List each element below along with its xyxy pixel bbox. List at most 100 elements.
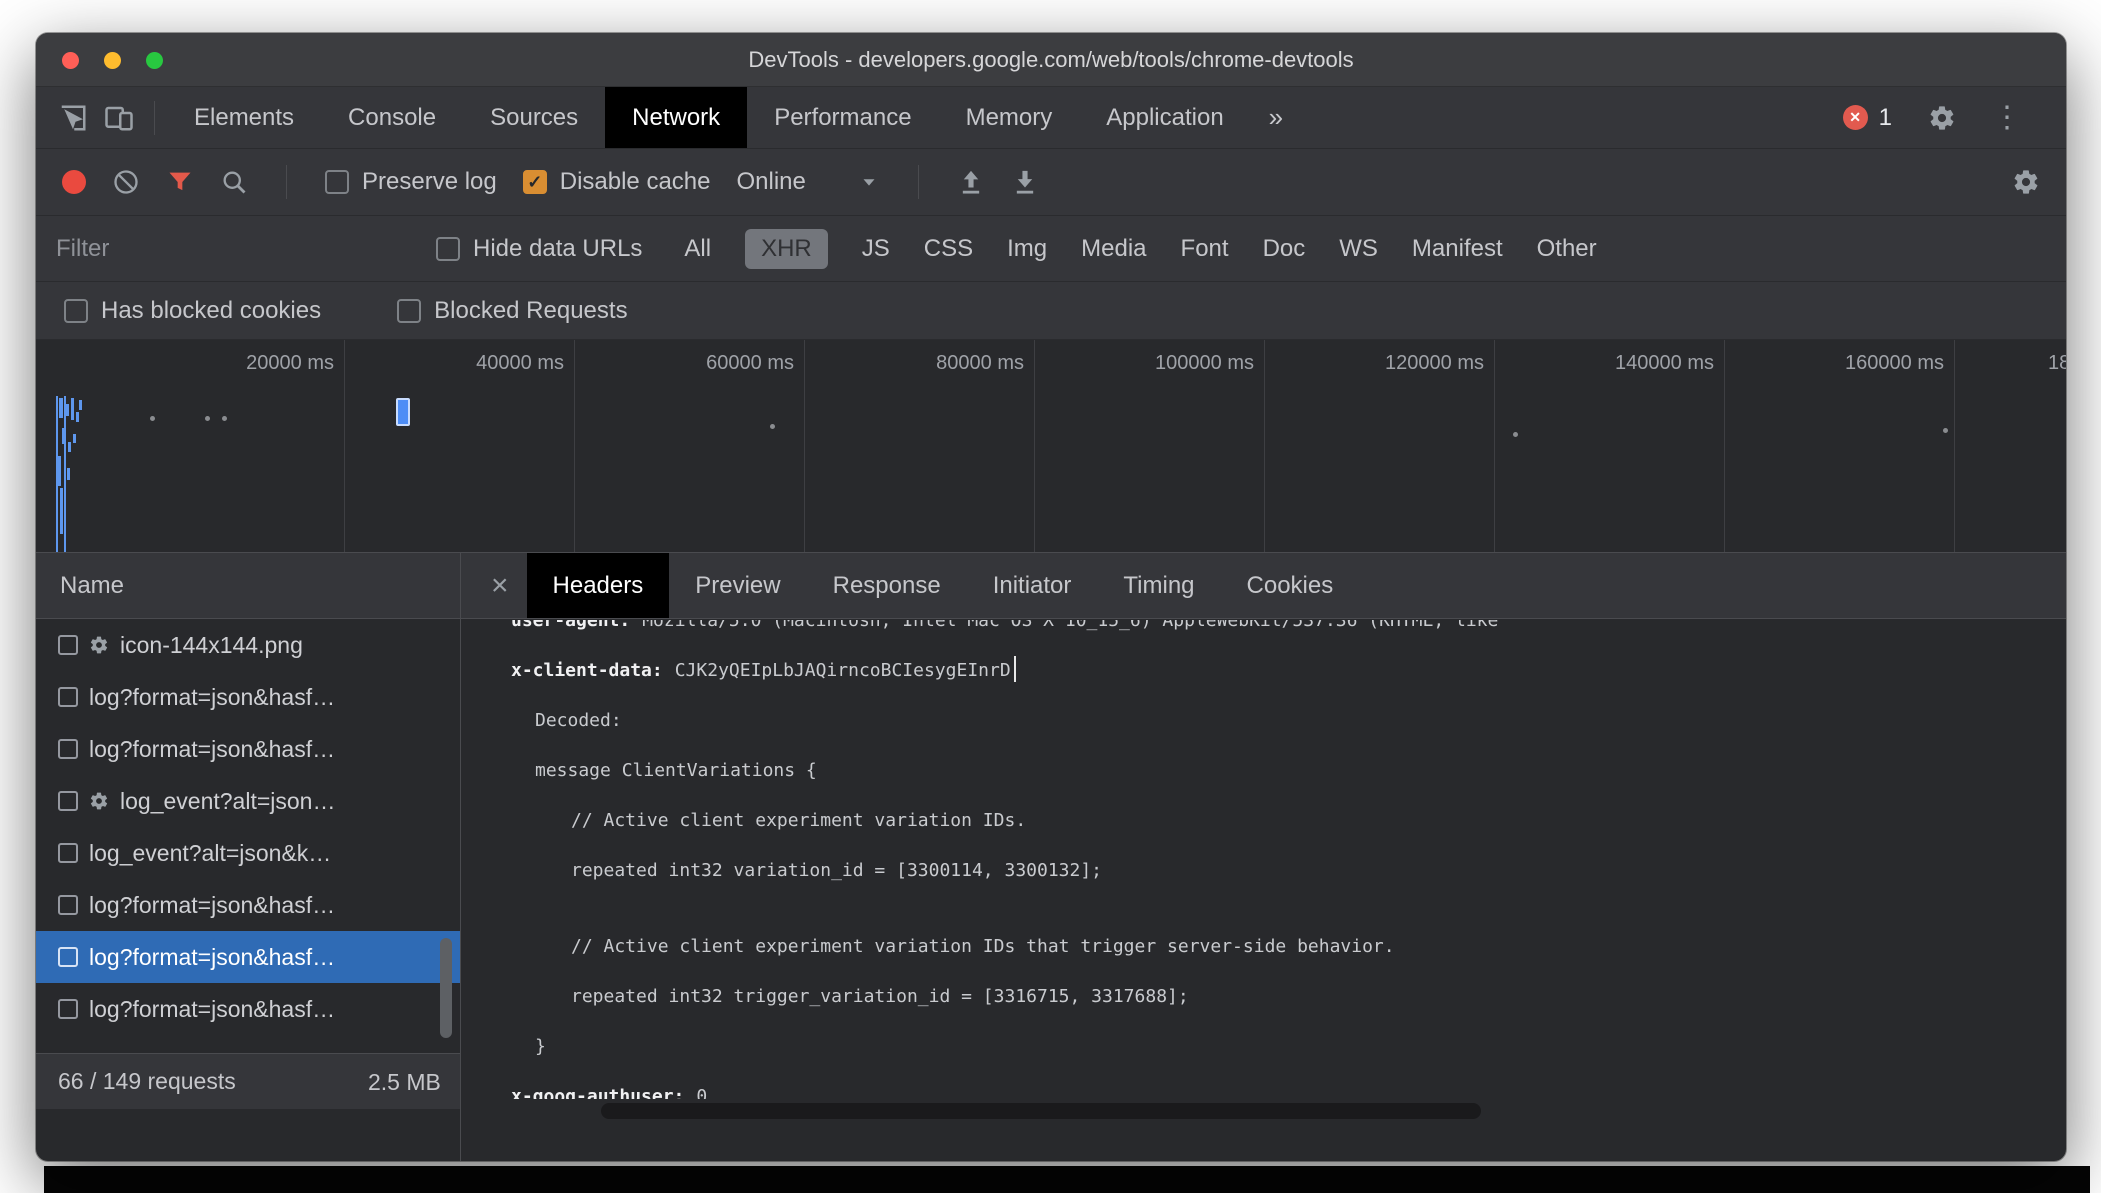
request-checkbox[interactable] xyxy=(58,843,78,863)
preserve-log-label[interactable]: Preserve log xyxy=(362,168,497,196)
has-blocked-cookies-checkbox[interactable] xyxy=(64,298,88,323)
blocked-requests-checkbox[interactable] xyxy=(397,298,422,323)
detail-tab-cookies[interactable]: Cookies xyxy=(1221,553,1360,618)
request-row-selected[interactable]: log?format=json&hasf… xyxy=(36,931,460,983)
time-label: 100000 ms xyxy=(1155,352,1254,374)
background-window-strip xyxy=(44,1166,2090,1193)
decoded-text: repeated int32 trigger_variation_id = [3… xyxy=(571,986,1189,1007)
type-filter-manifest[interactable]: Manifest xyxy=(1412,229,1503,269)
tab-sources[interactable]: Sources xyxy=(463,87,605,148)
filter-input[interactable] xyxy=(56,234,436,263)
overview-dot xyxy=(222,416,227,421)
overview-dot xyxy=(205,416,210,421)
detail-tab-timing[interactable]: Timing xyxy=(1097,553,1220,618)
tab-memory[interactable]: Memory xyxy=(939,87,1080,148)
request-row[interactable]: log?format=json&hasf… xyxy=(36,723,460,775)
tab-application[interactable]: Application xyxy=(1079,87,1250,148)
overview-activity xyxy=(68,442,71,452)
decoded-comment-line: // Active client experiment variation ID… xyxy=(461,922,2066,972)
more-tabs-chevron[interactable]: » xyxy=(1251,87,1301,148)
network-overview-timeline[interactable]: 20000 ms 40000 ms 60000 ms 80000 ms 1000… xyxy=(36,340,2066,553)
settings-gear-icon[interactable] xyxy=(1928,104,1956,132)
tab-console[interactable]: Console xyxy=(321,87,463,148)
disable-cache-label[interactable]: Disable cache xyxy=(560,168,711,196)
overview-activity xyxy=(59,398,63,418)
minimize-window-button[interactable] xyxy=(104,51,121,69)
request-list-scrollbar[interactable] xyxy=(440,938,452,1038)
request-row[interactable]: log?format=json&hasf… xyxy=(36,879,460,931)
inspect-element-button[interactable] xyxy=(50,87,96,148)
gridline xyxy=(344,340,345,552)
header-line-user-agent: user-agent: Mozilla/5.0 (Macintosh; Intel… xyxy=(461,620,2066,646)
blocked-requests-control: Blocked Requests xyxy=(397,297,628,325)
type-filter-js[interactable]: JS xyxy=(862,229,890,269)
type-filter-all[interactable]: All xyxy=(684,229,711,269)
overview-activity xyxy=(67,468,70,480)
type-filter-media[interactable]: Media xyxy=(1081,229,1146,269)
request-name: log_event?alt=json… xyxy=(120,787,336,814)
request-checkbox[interactable] xyxy=(58,739,78,759)
overview-activity xyxy=(76,412,79,422)
hide-data-urls-label[interactable]: Hide data URLs xyxy=(473,235,642,263)
request-row[interactable]: icon-144x144.png xyxy=(36,619,460,671)
export-har-icon[interactable] xyxy=(1011,168,1039,196)
has-blocked-cookies-label[interactable]: Has blocked cookies xyxy=(101,297,321,325)
tab-network[interactable]: Network xyxy=(605,87,748,148)
kebab-menu-icon[interactable]: ⋮ xyxy=(1992,102,2022,133)
tab-elements[interactable]: Elements xyxy=(167,87,321,148)
toolbar-separator xyxy=(917,165,919,199)
error-count-badge[interactable]: ✕ 1 xyxy=(1842,104,1892,132)
request-checkbox[interactable] xyxy=(58,635,78,655)
gridline xyxy=(1034,340,1035,552)
gridline xyxy=(1494,340,1495,552)
request-row[interactable]: log?format=json&hasf… xyxy=(36,671,460,723)
overview-dot xyxy=(1943,428,1948,433)
network-settings-gear-icon[interactable] xyxy=(2012,168,2040,196)
request-row[interactable]: log_event?alt=json… xyxy=(36,775,460,827)
type-filter-xhr[interactable]: XHR xyxy=(745,228,828,269)
record-network-log-button[interactable] xyxy=(62,170,86,194)
request-checkbox[interactable] xyxy=(58,947,78,967)
type-filter-css[interactable]: CSS xyxy=(924,229,973,269)
headers-content: user-agent: Mozilla/5.0 (Macintosh; Intel… xyxy=(461,620,2066,1099)
request-checkbox[interactable] xyxy=(58,895,78,915)
toolbar-separator xyxy=(286,165,287,199)
network-toolbar: Preserve log Disable cache Online xyxy=(36,149,2066,216)
decoded-text: message ClientVariations { xyxy=(535,760,817,781)
request-checkbox[interactable] xyxy=(58,791,78,811)
request-name: log?format=json&hasf… xyxy=(89,683,336,710)
type-filter-other[interactable]: Other xyxy=(1537,229,1597,269)
transferred-size: 2.5 MB xyxy=(368,1069,440,1095)
close-window-button[interactable] xyxy=(62,51,79,69)
detail-tab-initiator[interactable]: Initiator xyxy=(967,553,1098,618)
type-filter-img[interactable]: Img xyxy=(1007,229,1047,269)
tab-performance[interactable]: Performance xyxy=(747,87,938,148)
search-icon[interactable] xyxy=(220,168,248,196)
blocked-requests-label[interactable]: Blocked Requests xyxy=(434,297,627,325)
zoom-window-button[interactable] xyxy=(146,51,163,69)
horizontal-scrollbar[interactable] xyxy=(601,1103,1481,1119)
close-icon[interactable]: × xyxy=(473,553,527,618)
type-filter-doc[interactable]: Doc xyxy=(1263,229,1306,269)
disable-cache-checkbox[interactable] xyxy=(522,170,547,194)
type-filter-ws[interactable]: WS xyxy=(1339,229,1378,269)
window-titlebar: DevTools - developers.google.com/web/too… xyxy=(36,33,2066,87)
overview-selected-frame[interactable] xyxy=(396,398,410,426)
name-column-header[interactable]: Name xyxy=(36,553,460,619)
throttling-dropdown[interactable]: Online xyxy=(736,168,879,196)
device-toolbar-button[interactable] xyxy=(96,87,142,148)
detail-tab-preview[interactable]: Preview xyxy=(669,553,806,618)
filter-funnel-icon[interactable] xyxy=(166,168,194,196)
detail-tab-response[interactable]: Response xyxy=(807,553,967,618)
import-har-icon[interactable] xyxy=(957,168,985,196)
request-row[interactable]: log?format=json&hasf… xyxy=(36,983,460,1035)
preserve-log-checkbox[interactable] xyxy=(325,170,349,194)
request-detail-tabbar: × Headers Preview Response Initiator Tim… xyxy=(461,553,2066,619)
request-checkbox[interactable] xyxy=(58,999,78,1019)
request-checkbox[interactable] xyxy=(58,687,78,707)
hide-data-urls-checkbox[interactable] xyxy=(436,236,460,261)
detail-tab-headers[interactable]: Headers xyxy=(526,553,670,618)
request-row[interactable]: log_event?alt=json&k… xyxy=(36,827,460,879)
clear-network-log-icon[interactable] xyxy=(112,168,140,196)
type-filter-font[interactable]: Font xyxy=(1181,229,1229,269)
